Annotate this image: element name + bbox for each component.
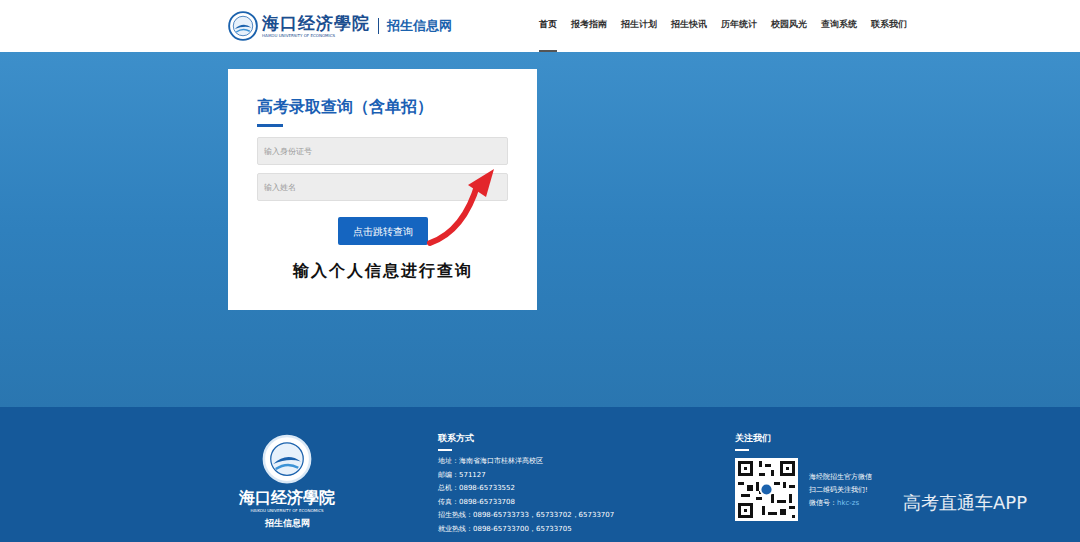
annotation-text: 输入个人信息进行查询 xyxy=(293,259,473,283)
watermark: 高考直通车APP xyxy=(903,489,1027,516)
card-title: 高考录取查询（含单招） xyxy=(257,96,508,118)
nav-item[interactable]: 首页 xyxy=(539,0,557,52)
contact-line: 邮编：571127 xyxy=(438,469,735,483)
nav-item[interactable]: 联系我们 xyxy=(871,0,907,52)
logo-divider xyxy=(378,18,379,34)
qr-code-icon xyxy=(735,458,798,521)
logo-name: 海口经济學院 xyxy=(262,15,370,32)
title-underline xyxy=(257,124,283,127)
contact-list: 地址：海南省海口市桂林洋高校区邮编：571127总机：0898-65733552… xyxy=(438,455,735,536)
arrow-icon xyxy=(424,161,504,251)
nav-item[interactable]: 报考指南 xyxy=(571,0,607,52)
footer-logo: 海口经济學院 HAIKOU UNIVERSITY OF ECONOMICS 招生… xyxy=(228,407,438,542)
follow-heading: 关注我们 xyxy=(735,432,872,445)
emblem-icon xyxy=(228,11,258,41)
nav-item[interactable]: 校园风光 xyxy=(771,0,807,52)
wechat-label: 微信号： xyxy=(809,499,837,507)
nav-item[interactable]: 招生快讯 xyxy=(671,0,707,52)
hero-area: 高考录取查询（含单招） 点击跳转查询 输入个人信息进行查询 xyxy=(0,52,1080,407)
footer-logo-english: HAIKOU UNIVERSITY OF ECONOMICS xyxy=(251,508,324,514)
follow-line: 扫二维码关注我们! xyxy=(809,484,872,497)
follow-line: 海经院招生官方微信 xyxy=(809,471,872,484)
contact-section: 联系方式 地址：海南省海口市桂林洋高校区邮编：571127总机：0898-657… xyxy=(438,407,735,542)
wechat-id: hkc-zs xyxy=(837,499,859,507)
contact-line: 总机：0898-65733552 xyxy=(438,482,735,496)
follow-list: 海经院招生官方微信扫二维码关注我们! xyxy=(809,471,872,497)
follow-section: 关注我们 xyxy=(735,407,872,542)
contact-heading: 联系方式 xyxy=(438,432,735,445)
site-header: 海口经济學院 HAIKOU UNIVERSITY OF ECONOMICS 招生… xyxy=(0,0,1080,52)
query-card: 高考录取查询（含单招） 点击跳转查询 输入个人信息进行查询 xyxy=(228,69,537,310)
contact-line: 就业热线：0898-65733700，65733705 xyxy=(438,523,735,537)
main-nav: 首页报考指南招生计划招生快讯历年统计校园风光查询系统联系我们 xyxy=(539,0,907,52)
contact-line: 地址：海南省海口市桂林洋高校区 xyxy=(438,455,735,469)
nav-item[interactable]: 查询系统 xyxy=(821,0,857,52)
logo-site-title: 招生信息网 xyxy=(387,16,452,36)
emblem-icon xyxy=(262,434,312,484)
site-logo[interactable]: 海口经济學院 HAIKOU UNIVERSITY OF ECONOMICS 招生… xyxy=(228,11,452,41)
logo-english: HAIKOU UNIVERSITY OF ECONOMICS xyxy=(262,34,370,38)
footer-logo-site-title: 招生信息网 xyxy=(265,516,310,530)
footer-logo-name: 海口经济學院 xyxy=(239,488,335,508)
contact-line: 招生热线：0898-65733733，65733702，65733707 xyxy=(438,509,735,523)
nav-item[interactable]: 历年统计 xyxy=(721,0,757,52)
site-footer: 海口经济學院 HAIKOU UNIVERSITY OF ECONOMICS 招生… xyxy=(0,407,1080,542)
id-number-input[interactable] xyxy=(257,137,508,165)
query-button[interactable]: 点击跳转查询 xyxy=(338,217,428,245)
contact-line: 传真：0898-65733708 xyxy=(438,496,735,510)
nav-item[interactable]: 招生计划 xyxy=(621,0,657,52)
